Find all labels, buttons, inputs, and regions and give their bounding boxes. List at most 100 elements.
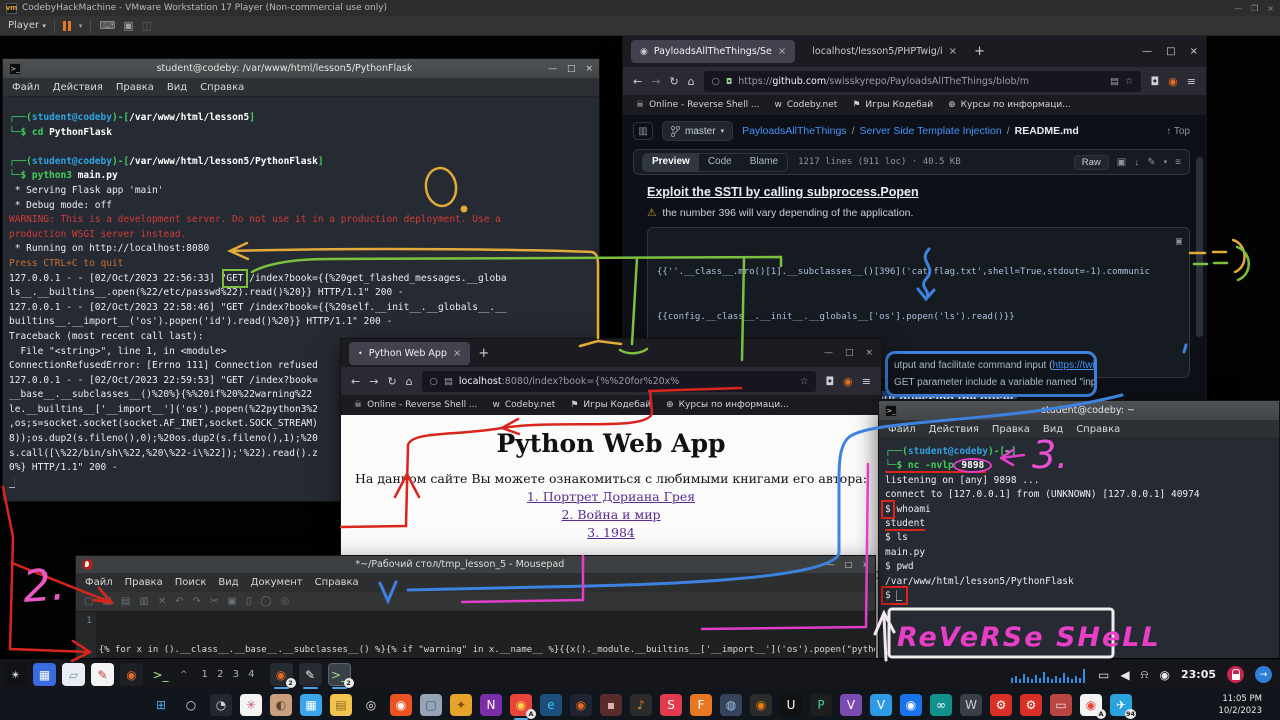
twitter-link[interactable]: https://twitter.com/SecGus bbox=[1052, 360, 1097, 371]
home-button[interactable]: ⌂ bbox=[406, 375, 413, 388]
close-doc-icon[interactable]: ✕ bbox=[158, 596, 166, 607]
linux-taskbar[interactable]: ✴▦▱✎◉>_ ^ 1 2 3 4 ◉2✎>_2 ▭ ◀ ⍾ ◉ 23:05 → bbox=[0, 658, 1280, 690]
start-button[interactable]: ⊞ bbox=[150, 694, 172, 716]
vscode-icon[interactable]: V bbox=[870, 694, 892, 716]
taskbar-window-terminal[interactable]: >_2 bbox=[328, 663, 351, 686]
search-button[interactable]: ○ bbox=[180, 694, 202, 716]
visual-studio-icon[interactable]: V bbox=[840, 694, 862, 716]
ubuntu-icon[interactable]: ◉ bbox=[390, 694, 412, 716]
firefox-extension-icon[interactable]: ◉ bbox=[1168, 75, 1178, 88]
unreal-icon[interactable]: U bbox=[780, 694, 802, 716]
save-icon[interactable]: ▤ bbox=[121, 596, 130, 607]
breadcrumb-folder[interactable]: Server Side Template Injection bbox=[859, 125, 1001, 137]
copy-raw-icon[interactable]: ▣ bbox=[1117, 157, 1126, 168]
menu-file[interactable]: Файл bbox=[85, 577, 113, 588]
cut-icon[interactable]: ✂ bbox=[210, 596, 218, 607]
readme-heading-subprocess-popen[interactable]: Exploit the SSTI by calling subprocess.P… bbox=[647, 185, 1190, 199]
app-menu-icon[interactable]: ≡ bbox=[862, 375, 871, 388]
scrollbar-thumb[interactable] bbox=[1196, 157, 1203, 337]
terminal2-titlebar[interactable]: >_ student@codeby: ~ bbox=[879, 401, 1279, 420]
search-icon[interactable]: ◯ bbox=[260, 596, 271, 607]
menu-help[interactable]: Справка bbox=[1076, 424, 1120, 435]
maximize-button[interactable]: □ bbox=[845, 348, 854, 358]
mousepad-titlebar[interactable]: *~/Рабочий стол/tmp_lesson_5 - Mousepad … bbox=[76, 556, 875, 573]
terminal1-titlebar[interactable]: >_ student@codeby: /var/www/html/lesson5… bbox=[3, 59, 599, 78]
menu-file[interactable]: Файл bbox=[888, 424, 916, 435]
file-tree-toggle-icon[interactable]: ▥ bbox=[633, 122, 653, 140]
tab-blame[interactable]: Blame bbox=[741, 154, 787, 171]
tab-preview[interactable]: Preview bbox=[643, 154, 699, 171]
close-button[interactable]: × bbox=[862, 560, 869, 569]
notifications-bell-icon[interactable]: ⍾ bbox=[1141, 667, 1149, 682]
pocket-extension-icon[interactable]: ◘ bbox=[825, 375, 834, 388]
workspace-pager[interactable]: 1 2 3 4 bbox=[202, 669, 258, 680]
download-icon[interactable]: ↓ bbox=[1134, 157, 1139, 168]
tracking-shield-icon[interactable]: ○ bbox=[430, 376, 438, 387]
burpsuite-icon-2[interactable]: ⚙ bbox=[1020, 694, 1042, 716]
onenote-icon[interactable]: N bbox=[480, 694, 502, 716]
app-menu-icon[interactable]: ≡ bbox=[1187, 75, 1196, 88]
chrome-profile-icon[interactable]: ◉A bbox=[1080, 694, 1102, 716]
mousepad-window[interactable]: *~/Рабочий стол/tmp_lesson_5 - Mousepad … bbox=[75, 555, 876, 660]
tab-close-icon[interactable]: × bbox=[949, 46, 957, 57]
book-link-1[interactable]: 1. Портрет Дориана Грея bbox=[341, 489, 881, 504]
red-panel-app-icon[interactable]: ▭ bbox=[1050, 694, 1072, 716]
taskbar-window-mousepad[interactable]: ✎ bbox=[299, 663, 322, 686]
terminal-window-netcat[interactable]: >_ student@codeby: ~ Файл Действия Правк… bbox=[878, 400, 1280, 662]
bookmark-reverse-shell[interactable]: ☠Online - Reverse Shell ... bbox=[636, 100, 760, 110]
open-file-icon[interactable]: ▣ bbox=[102, 596, 111, 607]
terminal-app-icon[interactable]: >_ bbox=[149, 663, 172, 686]
maps-app-icon[interactable]: ◉ bbox=[900, 694, 922, 716]
telegram-icon[interactable]: ✈94 bbox=[1110, 694, 1132, 716]
url-bar[interactable]: ○ ◘ https://github.com/swisskyrepo/Paylo… bbox=[704, 71, 1142, 92]
power-manager-icon[interactable]: ◉ bbox=[1160, 668, 1170, 682]
copy-icon[interactable]: ▣ bbox=[227, 596, 236, 607]
new-tab-button[interactable]: + bbox=[974, 44, 985, 59]
menu-edit[interactable]: Правка bbox=[116, 82, 154, 93]
files-app-icon[interactable]: ▦ bbox=[33, 663, 56, 686]
firefox-icon[interactable]: ◉ bbox=[570, 694, 592, 716]
menu-help[interactable]: Справка bbox=[315, 577, 359, 588]
vm-close-button[interactable]: × bbox=[1267, 4, 1274, 13]
save-as-icon[interactable]: ▥ bbox=[139, 596, 148, 607]
reader-mode-icon[interactable]: ▤ bbox=[1110, 76, 1119, 87]
suspend-vm-button[interactable] bbox=[63, 21, 71, 31]
edit-dropdown-icon[interactable]: ▾ bbox=[1164, 158, 1168, 166]
new-file-icon[interactable]: ▢ bbox=[84, 596, 93, 607]
menu-view[interactable]: Вид bbox=[1043, 424, 1063, 435]
menu-actions[interactable]: Действия bbox=[929, 424, 979, 435]
close-button[interactable]: × bbox=[585, 64, 593, 74]
maximize-button[interactable]: □ bbox=[567, 64, 576, 74]
workflow-app-icon[interactable]: ✦ bbox=[450, 694, 472, 716]
gauge-app-icon[interactable]: ◔ bbox=[210, 694, 232, 716]
close-button[interactable]: × bbox=[1190, 46, 1198, 57]
bookmark-courses[interactable]: ⊕Курсы по информаци... bbox=[666, 400, 789, 410]
back-button[interactable]: ← bbox=[633, 75, 642, 88]
bookmark-games[interactable]: ⚑Игры Кодебай bbox=[852, 100, 933, 110]
home-button[interactable]: ⌂ bbox=[688, 75, 695, 88]
vm-minimize-button[interactable]: — bbox=[1234, 4, 1242, 13]
raw-button[interactable]: Raw bbox=[1074, 155, 1109, 170]
edge-icon[interactable]: e bbox=[540, 694, 562, 716]
updates-icon[interactable]: → bbox=[1255, 666, 1272, 683]
forward-button[interactable]: → bbox=[651, 75, 660, 88]
back-button[interactable]: ← bbox=[351, 375, 360, 388]
tracking-shield-icon[interactable]: ○ bbox=[712, 76, 720, 87]
menu-edit[interactable]: Правка bbox=[992, 424, 1030, 435]
mousepad-app-icon[interactable]: ✎ bbox=[91, 663, 114, 686]
minimize-button[interactable]: — bbox=[548, 64, 557, 74]
terminal2-output[interactable]: ┌──(student@codeby)-[~] └─$ nc -nvlp 989… bbox=[879, 439, 1279, 661]
send-ctrl-alt-del-icon[interactable]: ⌨ bbox=[99, 19, 115, 32]
menu-actions[interactable]: Действия bbox=[53, 82, 103, 93]
burpsuite-icon[interactable]: ⚙ bbox=[990, 694, 1012, 716]
player-menu[interactable]: Player ▾ bbox=[8, 20, 46, 31]
menu-help[interactable]: Справка bbox=[200, 82, 244, 93]
file-explorer-icon[interactable]: ▤ bbox=[330, 694, 352, 716]
branch-selector[interactable]: master ▾ bbox=[662, 121, 733, 141]
suspend-dropdown-icon[interactable]: ▾ bbox=[79, 22, 83, 30]
bookmark-reverse-shell[interactable]: ☠Online - Reverse Shell ... bbox=[354, 400, 478, 410]
camera-app-icon[interactable]: ◎ bbox=[360, 694, 382, 716]
windows-taskbar[interactable]: ⊞○◔✳◐▦▤◎◉▢✦N◉Ae◉▪♪SF◍◉UPVV◉∞W⚙⚙▭◉A✈94 11… bbox=[0, 690, 1280, 720]
kali-menu-icon[interactable]: ✴ bbox=[4, 663, 27, 686]
firefox-extension-icon[interactable]: ◉ bbox=[843, 375, 853, 388]
